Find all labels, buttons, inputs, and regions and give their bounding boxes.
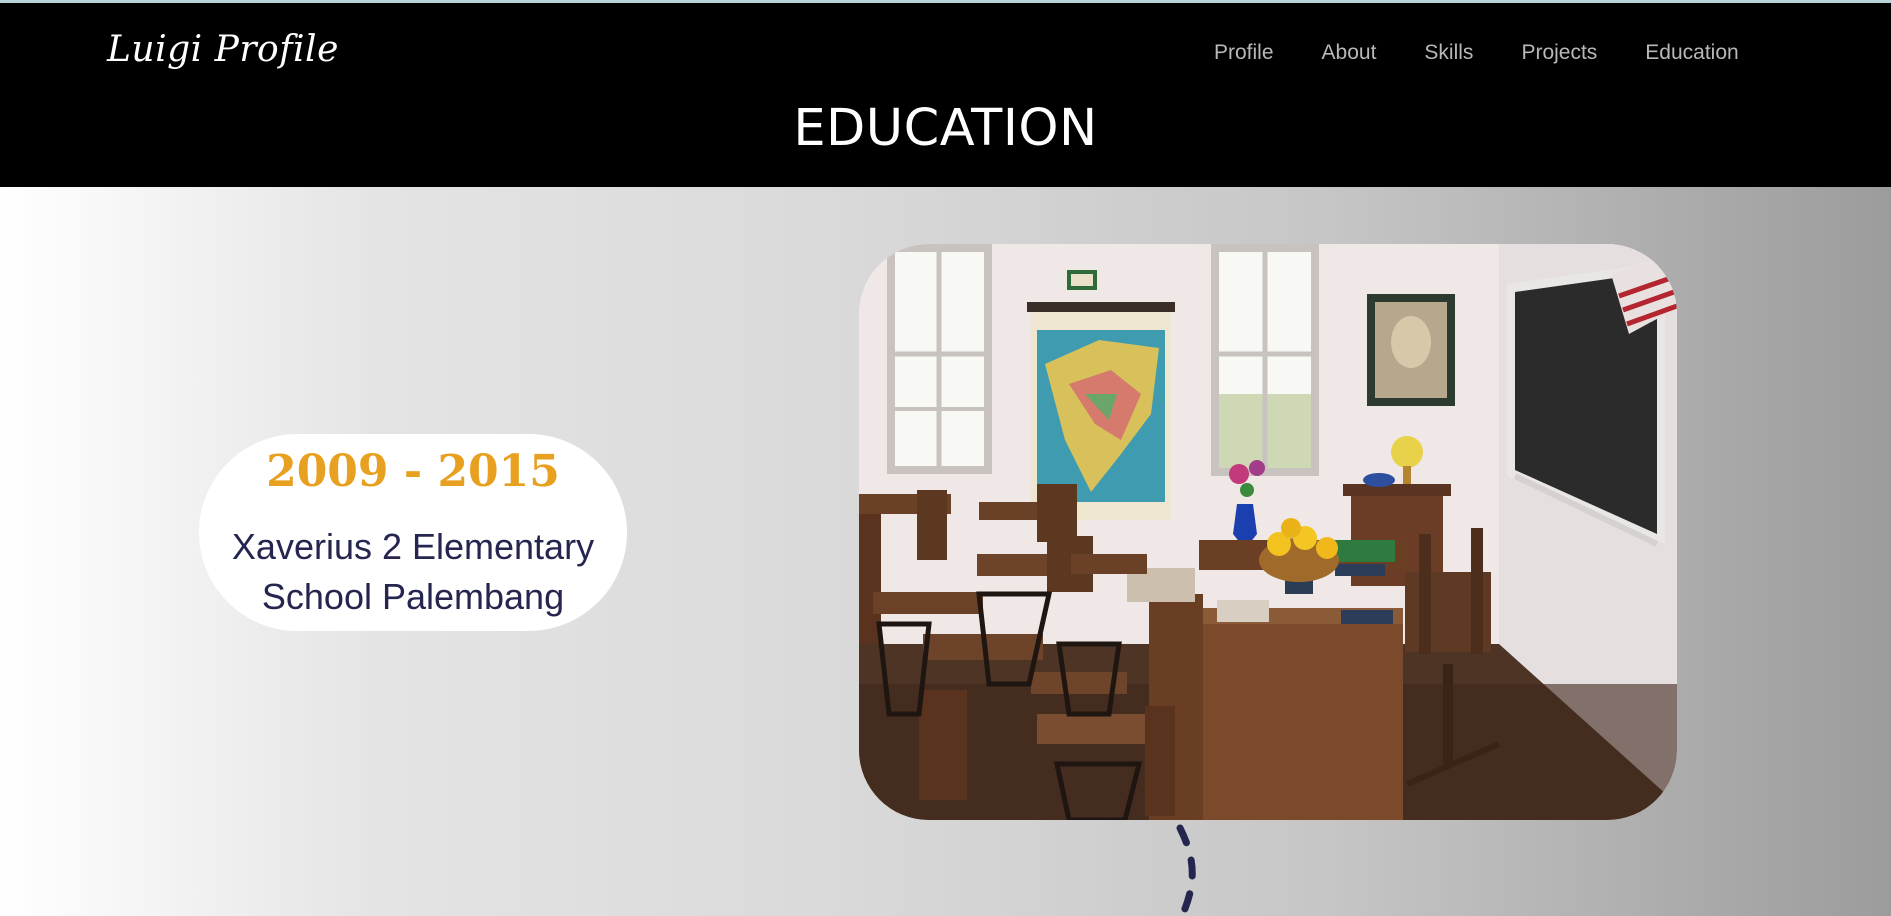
nav-link-about[interactable]: About — [1322, 41, 1377, 65]
timeline-connector — [1176, 824, 1196, 916]
nav-link-profile[interactable]: Profile — [1214, 41, 1274, 65]
site-header: Luigi Profile Profile About Skills Proje… — [0, 3, 1891, 187]
site-logo[interactable]: Luigi Profile — [107, 29, 339, 70]
nav-link-education[interactable]: Education — [1645, 41, 1738, 65]
education-card: 2009 - 2015 Xaverius 2 Elementary School… — [199, 434, 627, 631]
classroom-photo — [859, 244, 1677, 820]
education-school: Xaverius 2 Elementary School Palembang — [231, 526, 595, 617]
education-years: 2009 - 2015 — [266, 446, 560, 497]
section-title: EDUCATION — [793, 99, 1098, 158]
left-window — [887, 244, 992, 474]
classroom-illustration — [859, 244, 1677, 820]
center-window — [1211, 244, 1319, 476]
main-navigation: Profile About Skills Projects Education — [1214, 41, 1739, 65]
nav-link-skills[interactable]: Skills — [1424, 41, 1473, 65]
wall-portrait — [1367, 294, 1455, 406]
nav-link-projects[interactable]: Projects — [1521, 41, 1597, 65]
wall-map — [1027, 270, 1175, 520]
